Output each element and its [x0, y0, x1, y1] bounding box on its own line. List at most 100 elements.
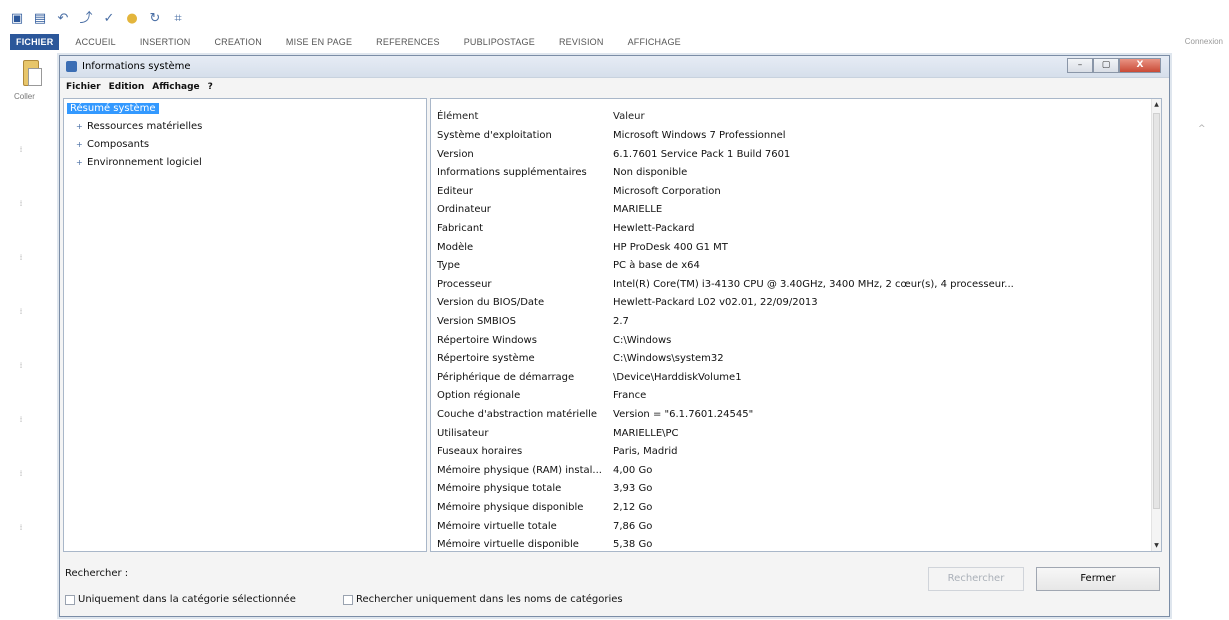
row-value: 2.7: [613, 316, 629, 327]
scroll-up-icon[interactable]: ▲: [1152, 101, 1161, 108]
redo-icon[interactable]: ⤴: [79, 10, 93, 28]
tree-item-environnement-logiciel[interactable]: + Environnement logiciel: [76, 157, 202, 168]
row-value: HP ProDesk 400 G1 MT: [613, 241, 728, 253]
dialog-title: Informations système: [82, 61, 191, 72]
save-icon[interactable]: ▤: [33, 10, 47, 28]
row-key: Version: [437, 148, 474, 160]
row-key: Répertoire Windows: [437, 334, 537, 346]
row-key: Fuseaux horaires: [437, 446, 523, 458]
row-value: 6.1.7601 Service Pack 1 Build 7601: [613, 148, 791, 160]
search-button[interactable]: Rechercher: [928, 567, 1024, 591]
expand-icon[interactable]: +: [76, 122, 84, 131]
only-category-names-checkbox[interactable]: [343, 594, 353, 605]
minimize-button[interactable]: –: [1067, 58, 1093, 73]
row-key: Mémoire virtuelle totale: [437, 520, 557, 532]
undo-icon[interactable]: ↶: [56, 10, 70, 28]
paste-icon[interactable]: [18, 60, 44, 92]
paste-label[interactable]: Coller: [14, 92, 35, 101]
tree-item-composants[interactable]: + Composants: [76, 139, 149, 150]
ribbon-tabs: FICHIER ACCUEIL INSERTION CREATION MISE …: [10, 33, 693, 50]
only-category-names-label: Rechercher uniquement dans les noms de c…: [356, 594, 623, 605]
collapse-ribbon-icon[interactable]: ^: [1198, 124, 1206, 134]
tree-item-ressources-materielles[interactable]: + Ressources matérielles: [76, 121, 202, 132]
tree-item-label: Composants: [87, 139, 150, 150]
row-value: Non disponible: [613, 167, 688, 179]
row-value: \Device\HarddiskVolume1: [613, 371, 742, 383]
only-category-names-option[interactable]: Rechercher uniquement dans les noms de c…: [343, 594, 623, 605]
spellcheck-icon[interactable]: ✓: [102, 10, 116, 28]
refresh-icon[interactable]: ↻: [148, 10, 162, 28]
vertical-scrollbar[interactable]: ▲ ▼: [1151, 99, 1161, 551]
row-value: Paris, Madrid: [613, 446, 678, 458]
row-value: Hewlett-Packard: [613, 223, 695, 234]
row-value: 4,00 Go: [613, 464, 653, 476]
scrollbar-thumb[interactable]: [1153, 113, 1160, 509]
expand-icon[interactable]: +: [76, 140, 84, 149]
category-tree: Résumé système + Ressources matérielles +…: [63, 98, 427, 552]
row-key: Couche d'abstraction matérielle: [437, 409, 598, 420]
close-dialog-button[interactable]: Fermer: [1036, 567, 1160, 591]
word-logo-icon[interactable]: ▣: [10, 10, 24, 28]
expand-icon[interactable]: +: [76, 158, 84, 167]
row-value: 2,12 Go: [613, 502, 653, 513]
dialog-menubar: Fichier Edition Affichage ?: [62, 79, 1167, 95]
tree-item-resume-systeme[interactable]: Résumé système: [67, 103, 159, 114]
row-value: Version = "6.1.7601.24545": [613, 409, 754, 420]
only-selected-category-checkbox[interactable]: [65, 594, 75, 605]
row-key: Répertoire système: [437, 353, 535, 365]
row-key: Informations supplémentaires: [437, 167, 587, 179]
column-header-valeur[interactable]: Valeur: [613, 111, 645, 122]
maximize-button[interactable]: ▢: [1093, 58, 1119, 73]
highlight-icon[interactable]: ●: [125, 10, 139, 28]
tree-item-label: Résumé système: [67, 103, 159, 114]
details-list: Élément Valeur Système d'exploitation Mic…: [430, 98, 1162, 552]
row-value: 3,93 Go: [613, 483, 653, 495]
tab-revision[interactable]: REVISION: [547, 37, 616, 47]
row-value: PC à base de x64: [613, 260, 700, 272]
tab-accueil[interactable]: ACCUEIL: [63, 37, 127, 47]
menu-affichage[interactable]: Affichage: [148, 82, 203, 92]
only-selected-category-option[interactable]: Uniquement dans la catégorie sélectionné…: [65, 594, 296, 605]
tab-publipostage[interactable]: PUBLIPOSTAGE: [452, 37, 547, 47]
close-button[interactable]: X: [1119, 58, 1161, 73]
system-info-dialog: Informations système – ▢ X Fichier Editi…: [59, 55, 1170, 617]
row-value: 5,38 Go: [613, 539, 653, 551]
row-value: C:\Windows\system32: [613, 353, 724, 365]
row-key: Version SMBIOS: [437, 316, 516, 327]
tab-affichage[interactable]: AFFICHAGE: [616, 37, 693, 47]
row-value: Microsoft Windows 7 Professionnel: [613, 130, 786, 141]
only-selected-category-label: Uniquement dans la catégorie sélectionné…: [78, 594, 296, 605]
row-key: Fabricant: [437, 223, 484, 234]
row-key: Version du BIOS/Date: [437, 297, 545, 309]
tree-item-label: Environnement logiciel: [87, 157, 202, 168]
row-value: France: [613, 390, 647, 402]
row-key: Système d'exploitation: [437, 130, 552, 141]
system-info-icon: [66, 61, 77, 72]
menu-help[interactable]: ?: [204, 82, 217, 92]
row-value: 7,86 Go: [613, 520, 653, 532]
tab-insertion[interactable]: INSERTION: [128, 37, 203, 47]
column-header-element[interactable]: Élément: [437, 111, 478, 122]
row-key: Ordinateur: [437, 204, 491, 216]
row-value: MARIELLE: [613, 204, 663, 216]
row-key: Type: [437, 260, 460, 272]
tab-creation[interactable]: CREATION: [202, 37, 273, 47]
row-key: Editeur: [437, 185, 473, 197]
connexion-link[interactable]: Connexion: [1185, 37, 1223, 46]
row-key: Mémoire virtuelle disponible: [437, 539, 579, 551]
format-painter-icon[interactable]: ⌗: [171, 10, 185, 28]
menu-fichier[interactable]: Fichier: [62, 82, 105, 92]
tab-mise-en-page[interactable]: MISE EN PAGE: [274, 37, 364, 47]
scroll-down-icon[interactable]: ▼: [1152, 542, 1161, 549]
search-label: Rechercher :: [65, 568, 129, 579]
row-value: Intel(R) Core(TM) i3-4130 CPU @ 3.40GHz,…: [613, 278, 1014, 290]
row-key: Mémoire physique (RAM) instal...: [437, 464, 602, 476]
tab-references[interactable]: REFERENCES: [364, 37, 452, 47]
row-value: Hewlett-Packard L02 v02.01, 22/09/2013: [613, 297, 818, 309]
ribbon-residue: ⁞ ⁞ ⁞ ⁞ ⁞ ⁞ ⁞ ⁞: [19, 145, 23, 532]
row-key: Utilisateur: [437, 427, 489, 439]
row-key: Processeur: [437, 278, 492, 290]
tab-fichier[interactable]: FICHIER: [10, 33, 60, 50]
dialog-titlebar[interactable]: Informations système – ▢ X: [60, 56, 1169, 78]
menu-edition[interactable]: Edition: [105, 82, 149, 92]
